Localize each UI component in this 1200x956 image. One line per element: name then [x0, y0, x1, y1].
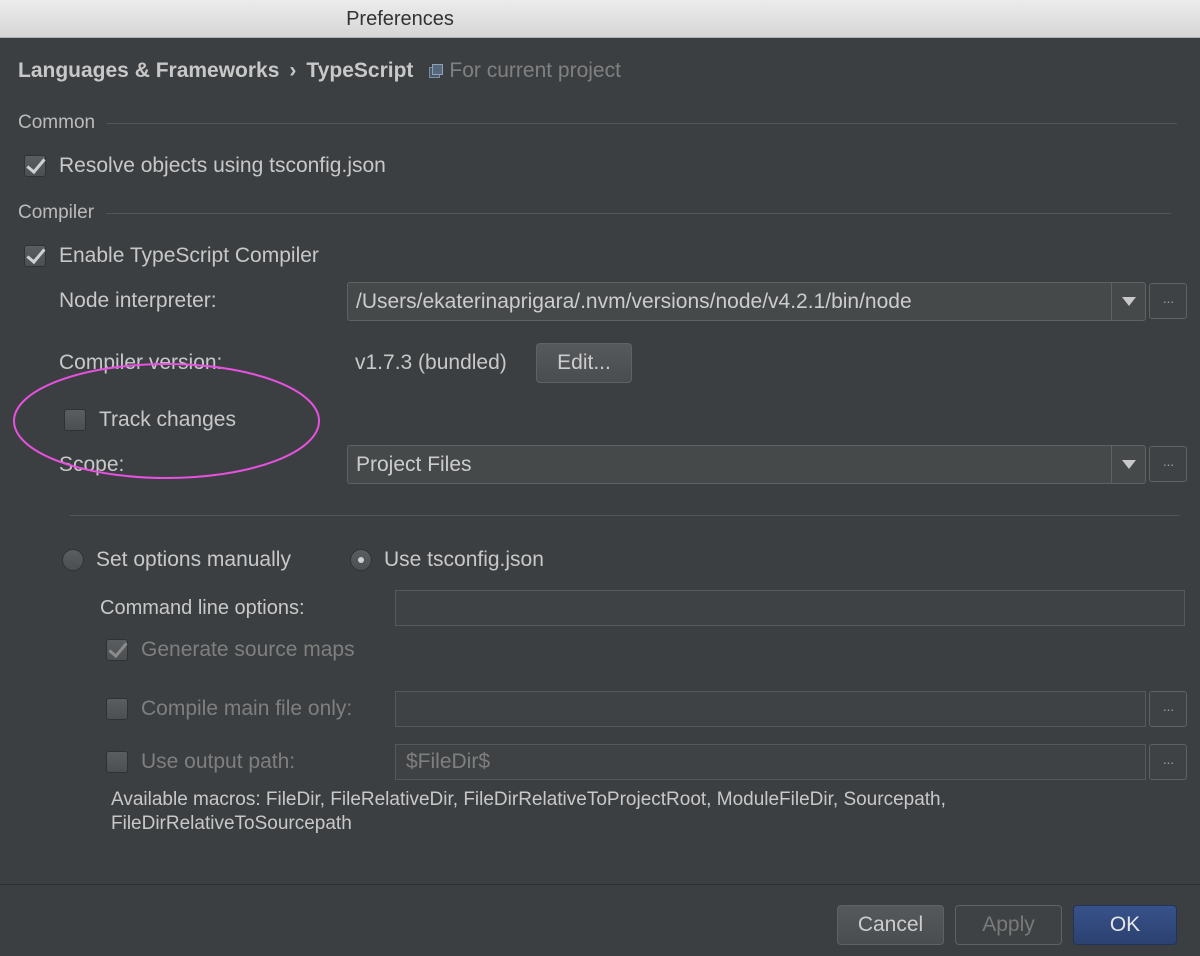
scope-value: Project Files [356, 452, 472, 476]
breadcrumb-separator: › [289, 59, 297, 82]
set-options-manually-radio-row[interactable]: Set options manually [62, 548, 291, 572]
section-common-title: Common [18, 112, 96, 133]
breadcrumb: Languages & Frameworks › TypeScript For … [18, 56, 621, 86]
highlight-ellipse [13, 363, 320, 479]
use-output-path-label: Use output path: [141, 750, 296, 773]
project-scope-note: For current project [449, 59, 621, 82]
compile-main-file-input[interactable] [395, 691, 1146, 727]
generate-source-maps-checkbox-row[interactable]: Generate source maps [106, 638, 355, 662]
options-divider [70, 515, 1180, 516]
window-title: Preferences [346, 8, 454, 30]
section-compiler: Compiler [18, 202, 1172, 224]
resolve-objects-label: Resolve objects using tsconfig.json [59, 154, 386, 177]
window-titlebar: Preferences [0, 0, 1200, 38]
section-compiler-rule [106, 212, 1172, 214]
chevron-down-icon[interactable] [1111, 446, 1145, 483]
section-common: Common [18, 112, 1178, 134]
generate-source-maps-label: Generate source maps [141, 638, 355, 661]
compile-main-file-browse-button[interactable]: ··· [1149, 691, 1187, 727]
command-line-options-label: Command line options: [100, 597, 305, 619]
breadcrumb-languages-frameworks[interactable]: Languages & Frameworks [18, 59, 279, 83]
node-interpreter-label: Node interpreter: [59, 289, 217, 312]
footer-separator [0, 884, 1200, 885]
resolve-objects-checkbox-row[interactable]: Resolve objects using tsconfig.json [24, 154, 386, 178]
resolve-objects-checkbox[interactable] [24, 155, 46, 177]
scope-combo[interactable]: Project Files [347, 445, 1146, 484]
node-interpreter-combo[interactable]: /Users/ekaterinaprigara/.nvm/versions/no… [347, 282, 1146, 321]
use-output-path-checkbox-row[interactable]: Use output path: [106, 750, 295, 774]
compiler-version-value: v1.7.3 (bundled) [355, 351, 507, 374]
set-options-manually-radio[interactable] [62, 549, 84, 571]
use-tsconfig-radio-row[interactable]: Use tsconfig.json [350, 548, 544, 572]
breadcrumb-typescript: TypeScript [306, 59, 414, 82]
compile-main-file-only-checkbox-row[interactable]: Compile main file only: [106, 697, 352, 721]
output-path-browse-button[interactable]: ··· [1149, 744, 1187, 780]
available-macros-text: Available macros: FileDir, FileRelativeD… [111, 789, 946, 834]
section-common-rule [107, 122, 1178, 124]
scope-browse-button[interactable]: ··· [1149, 446, 1187, 482]
node-interpreter-browse-button[interactable]: ··· [1149, 283, 1187, 319]
compile-main-file-only-checkbox[interactable] [106, 698, 128, 720]
enable-compiler-label: Enable TypeScript Compiler [59, 244, 319, 267]
section-compiler-title: Compiler [18, 202, 95, 223]
node-interpreter-value: /Users/ekaterinaprigara/.nvm/versions/no… [356, 289, 912, 313]
generate-source-maps-checkbox[interactable] [106, 639, 128, 661]
set-options-manually-label: Set options manually [96, 548, 291, 571]
cancel-button[interactable]: Cancel [837, 905, 944, 945]
ok-button[interactable]: OK [1073, 905, 1177, 945]
chevron-down-icon[interactable] [1111, 283, 1145, 320]
use-tsconfig-radio[interactable] [350, 549, 372, 571]
compile-main-file-only-label: Compile main file only: [141, 697, 353, 720]
command-line-options-input[interactable] [395, 590, 1185, 626]
edit-compiler-version-button[interactable]: Edit... [536, 343, 632, 383]
enable-compiler-checkbox[interactable] [24, 245, 46, 267]
apply-button[interactable]: Apply [955, 905, 1062, 945]
enable-compiler-checkbox-row[interactable]: Enable TypeScript Compiler [24, 244, 319, 268]
use-tsconfig-label: Use tsconfig.json [384, 548, 544, 571]
output-path-input[interactable]: $FileDir$ [395, 744, 1146, 780]
use-output-path-checkbox[interactable] [106, 751, 128, 773]
project-scope-icon [429, 64, 444, 78]
